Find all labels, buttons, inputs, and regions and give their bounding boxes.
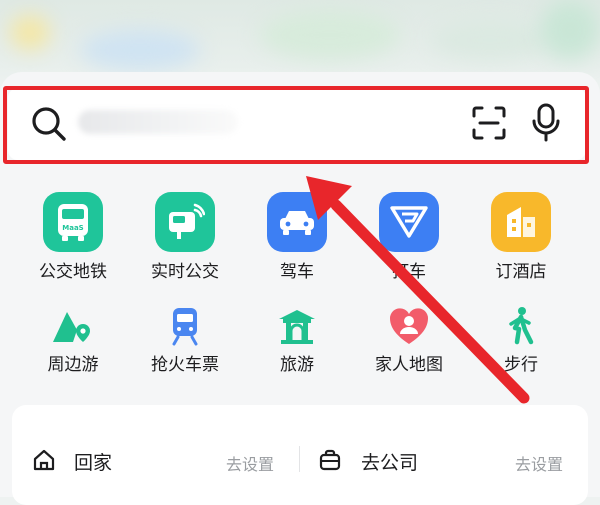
- quick-action-label: 旅游: [280, 355, 314, 375]
- car-icon: [267, 192, 327, 252]
- realtime-bus-icon: [155, 192, 215, 252]
- hotel-icon: [491, 192, 551, 252]
- quick-action-realtime-bus[interactable]: 实时公交: [130, 192, 240, 282]
- quick-action-train-tickets[interactable]: 抢火车票: [130, 305, 240, 375]
- quick-action-travel[interactable]: 旅游: [242, 305, 352, 375]
- quick-action-label: 打车: [392, 262, 426, 282]
- quick-action-label: 实时公交: [151, 262, 219, 282]
- quick-action-label: 订酒店: [495, 262, 547, 282]
- home-icon: [33, 449, 55, 471]
- quick-action-nearby-travel[interactable]: 周边游: [18, 305, 128, 375]
- quick-action-label: 步行: [504, 355, 538, 375]
- train-icon: [162, 305, 208, 347]
- bus-icon: MaaS: [43, 192, 103, 252]
- quick-action-label: 公交地铁: [39, 262, 107, 282]
- quick-action-walk[interactable]: 步行: [466, 305, 576, 375]
- walking-icon: [498, 305, 544, 347]
- quick-action-hotel[interactable]: 订酒店: [466, 192, 576, 282]
- family-heart-icon: [386, 305, 432, 347]
- quick-action-taxi[interactable]: 打车: [354, 192, 464, 282]
- location-pin-icon: [50, 305, 96, 347]
- search-icon[interactable]: [30, 105, 68, 143]
- quick-action-label: 周边游: [47, 355, 99, 375]
- home-shortcut-button[interactable]: 回家: [74, 448, 112, 475]
- microphone-icon[interactable]: [531, 103, 561, 143]
- bus-tile-text: MaaS: [62, 224, 83, 232]
- home-setup-link[interactable]: 去设置: [226, 451, 274, 475]
- pavilion-icon: [274, 305, 320, 347]
- work-setup-link[interactable]: 去设置: [515, 451, 563, 475]
- quick-action-label: 驾车: [280, 262, 314, 282]
- card-divider: [299, 446, 300, 472]
- scan-icon[interactable]: [470, 104, 508, 142]
- quick-action-label: 抢火车票: [151, 355, 219, 375]
- quick-action-bus-metro[interactable]: MaaS 公交地铁: [18, 192, 128, 282]
- quick-action-drive[interactable]: 驾车: [242, 192, 352, 282]
- taxi-icon: [379, 192, 439, 252]
- quick-action-label: 家人地图: [375, 355, 443, 375]
- search-input[interactable]: [78, 110, 238, 134]
- quick-action-family-map[interactable]: 家人地图: [354, 305, 464, 375]
- work-shortcut-button[interactable]: 去公司: [361, 448, 418, 475]
- briefcase-icon: [319, 449, 341, 471]
